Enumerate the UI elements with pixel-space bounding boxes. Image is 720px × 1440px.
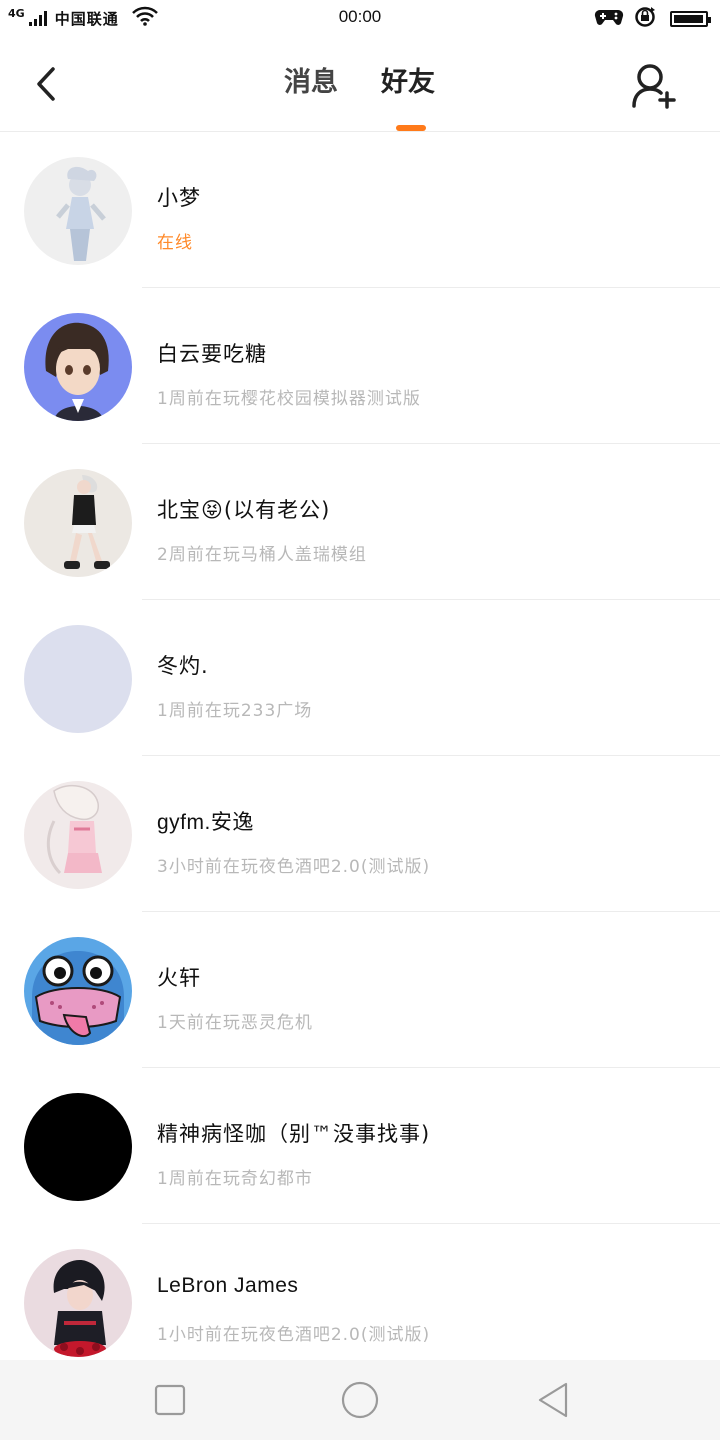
tab-friends[interactable]: 好友 (381, 60, 435, 99)
avatar (24, 937, 132, 1045)
friend-item[interactable]: 冬灼. 1周前在玩233广场 (0, 600, 720, 756)
friend-item[interactable]: gyfm.安逸 3小时前在玩夜色酒吧2.0(测试版) (0, 756, 720, 912)
avatar (24, 781, 132, 889)
friend-item[interactable]: 火轩 1天前在玩恶灵危机 (0, 912, 720, 1068)
friend-name: gyfm.安逸 (157, 811, 254, 834)
recent-apps-button[interactable] (150, 1380, 190, 1420)
avatar (24, 469, 132, 577)
friend-status: 2周前在玩马桶人盖瑞模组 (157, 545, 367, 565)
friend-item[interactable]: 北宝😝(以有老公) 2周前在玩马桶人盖瑞模组 (0, 444, 720, 600)
avatar (24, 1093, 132, 1201)
circle-icon (341, 1381, 379, 1419)
friend-list: 小梦 在线 白云要吃糖 1周前在玩樱花校园模拟器测试版 北宝😝(以有老公) 2周… (0, 132, 720, 1360)
active-tab-indicator (396, 125, 426, 131)
friend-status: 在线 (157, 233, 193, 253)
friend-status: 1周前在玩奇幻都市 (157, 1169, 313, 1189)
friend-name: 精神病怪咖（别™没事找事) (157, 1122, 431, 1146)
friend-name: 北宝😝(以有老公) (157, 498, 331, 522)
chevron-left-icon (37, 67, 55, 101)
tab-messages[interactable]: 消息 (284, 60, 338, 99)
avatar (24, 157, 132, 265)
add-friend-button[interactable] (630, 60, 682, 112)
home-button[interactable] (340, 1380, 380, 1420)
friend-name: 小梦 (157, 186, 201, 210)
battery-icon (670, 11, 711, 27)
friend-status: 1周前在玩樱花校园模拟器测试版 (157, 389, 421, 409)
friend-item[interactable]: 精神病怪咖（别™没事找事) 1周前在玩奇幻都市 (0, 1068, 720, 1224)
system-navigation-bar (0, 1360, 720, 1440)
friend-item[interactable]: 小梦 在线 (0, 132, 720, 288)
friend-status: 1小时前在玩夜色酒吧2.0(测试版) (157, 1325, 431, 1345)
square-icon (154, 1384, 186, 1416)
friend-item[interactable]: 白云要吃糖 1周前在玩樱花校园模拟器测试版 (0, 288, 720, 444)
add-user-icon (632, 64, 676, 109)
header: 消息 好友 (0, 36, 720, 132)
friend-status: 1周前在玩233广场 (157, 701, 313, 721)
battery-level (674, 15, 703, 23)
status-right (594, 6, 711, 32)
friend-name: 白云要吃糖 (157, 342, 267, 366)
friend-status: 1天前在玩恶灵危机 (157, 1013, 313, 1033)
system-back-button[interactable] (534, 1380, 574, 1420)
avatar (24, 1249, 132, 1357)
avatar (24, 625, 132, 733)
friend-status: 3小时前在玩夜色酒吧2.0(测试版) (157, 857, 431, 877)
triangle-back-icon (538, 1382, 568, 1418)
status-bar: 4G 中国联通 00:00 (0, 0, 720, 36)
friend-name: LeBron James (157, 1274, 299, 1297)
friend-name: 火轩 (157, 966, 201, 990)
avatar (24, 313, 132, 421)
rotation-lock-icon (634, 6, 660, 32)
gamepad-icon (594, 7, 624, 31)
back-button[interactable] (22, 60, 70, 108)
friend-item[interactable]: LeBron James 1小时前在玩夜色酒吧2.0(测试版) (0, 1224, 720, 1360)
friend-name: 冬灼. (157, 654, 209, 678)
